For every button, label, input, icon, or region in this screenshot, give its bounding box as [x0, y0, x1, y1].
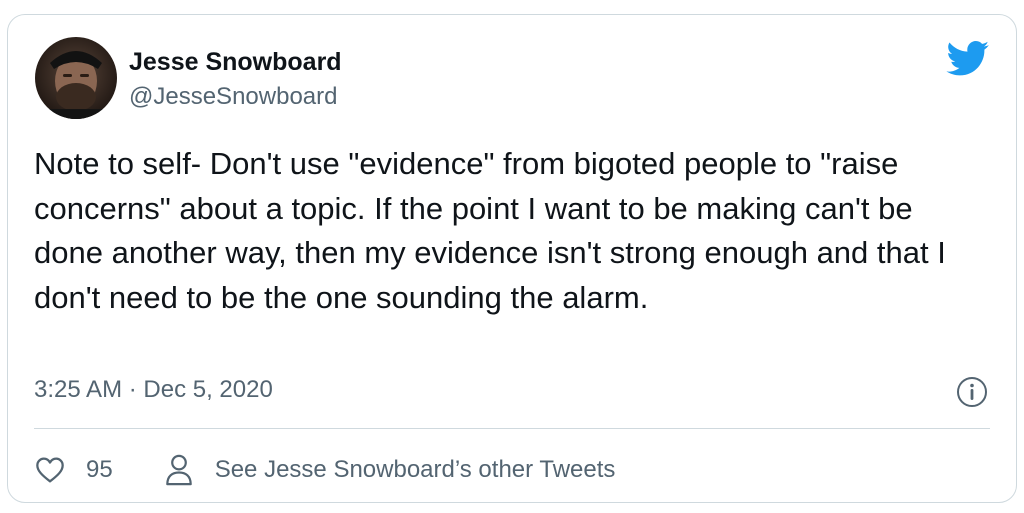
person-icon[interactable] [165, 454, 193, 486]
avatar-photo [35, 37, 117, 119]
tweet-card: Jesse Snowboard @JesseSnowboard Note to … [7, 14, 1017, 503]
see-other-tweets-link[interactable]: See Jesse Snowboard’s other Tweets [215, 456, 616, 484]
tweet-actions: 95 See Jesse Snowboard’s other Tweets [34, 452, 615, 488]
like-count[interactable]: 95 [86, 456, 113, 484]
tweet-timestamp[interactable]: 3:25 AM · Dec 5, 2020 [34, 376, 273, 404]
tweet-text: Note to self- Don't use "evidence" from … [34, 146, 946, 315]
author-name[interactable]: Jesse Snowboard [129, 48, 342, 77]
heart-icon[interactable] [34, 454, 66, 486]
twitter-bird-icon[interactable] [946, 41, 990, 77]
author-handle[interactable]: @JesseSnowboard [129, 83, 337, 111]
info-icon[interactable] [956, 376, 988, 408]
avatar[interactable] [35, 37, 117, 119]
divider [34, 428, 990, 429]
